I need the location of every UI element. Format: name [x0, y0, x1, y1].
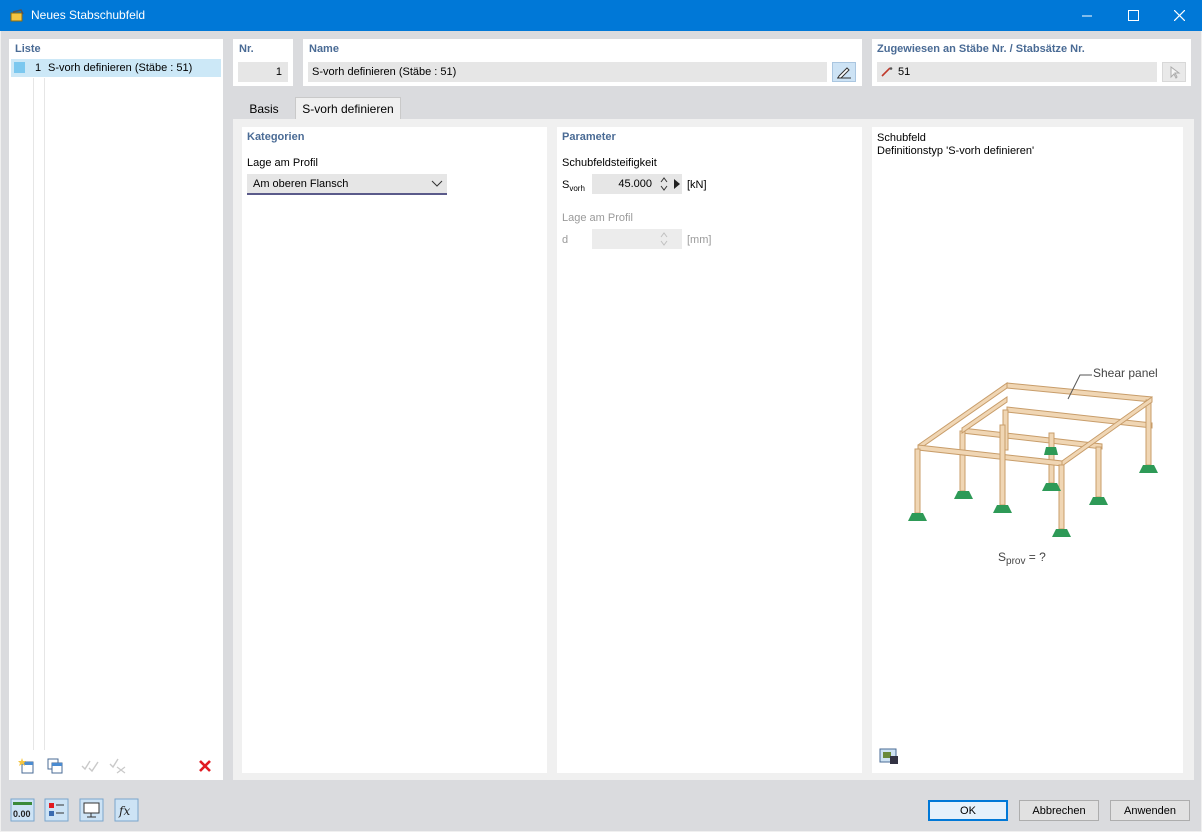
- check-all-icon[interactable]: [78, 755, 102, 777]
- chevron-down-icon: [431, 180, 443, 187]
- list-item[interactable]: 1 S-vorh definieren (Stäbe : 51): [11, 59, 221, 77]
- figure-label: Shear panel: [1093, 366, 1158, 380]
- member-icon: [881, 67, 893, 77]
- list-panel: [9, 39, 223, 780]
- nr-field[interactable]: 1: [238, 62, 288, 82]
- d-unit: [mm]: [687, 234, 712, 246]
- svg-text:fx: fx: [118, 804, 130, 818]
- stiffness-label: Schubfeldsteifigkeit: [562, 157, 657, 169]
- spin-up-down-icon: [660, 232, 668, 246]
- list-item-number: 1: [35, 62, 42, 74]
- name-value: S-vorh definieren (Stäbe : 51): [312, 66, 457, 78]
- list-item-label: S-vorh definieren (Stäbe : 51): [48, 62, 193, 74]
- copy-item-icon[interactable]: [43, 755, 67, 777]
- d-input[interactable]: [592, 229, 682, 249]
- pick-members-button[interactable]: [1162, 62, 1186, 82]
- info-subtitle: Definitionstyp 'S-vorh definieren': [877, 145, 1035, 157]
- minimize-button[interactable]: [1064, 0, 1110, 31]
- formula-label: Sprov = ?: [998, 550, 1046, 567]
- apply-label: Anwenden: [1124, 804, 1176, 817]
- tree-line: [33, 78, 34, 750]
- d-label: d: [562, 234, 569, 246]
- play-right-icon[interactable]: [674, 179, 680, 189]
- new-item-icon[interactable]: [15, 755, 39, 777]
- position-label: Lage am Profil: [247, 157, 318, 169]
- formula-icon[interactable]: fx: [114, 798, 139, 822]
- tab-s-vorh-label: S-vorh definieren: [302, 102, 394, 116]
- tab-basis-label: Basis: [249, 102, 279, 116]
- position-select[interactable]: Am oberen Flansch: [247, 174, 447, 195]
- categories-header: Kategorien: [247, 131, 305, 143]
- assigned-label: Zugewiesen an Stäbe Nr. / Stabsätze Nr.: [877, 43, 1085, 55]
- svorh-value: 45.000: [618, 178, 652, 190]
- title-bar: Neues Stabschubfeld: [0, 0, 1202, 31]
- cancel-label: Abbrechen: [1032, 804, 1086, 817]
- window-title: Neues Stabschubfeld: [31, 8, 146, 22]
- cancel-button[interactable]: Abbrechen: [1019, 800, 1099, 821]
- ok-label: OK: [960, 804, 976, 817]
- name-label: Name: [309, 43, 339, 55]
- units-icon[interactable]: 0.00: [10, 798, 35, 822]
- maximize-button[interactable]: [1110, 0, 1156, 31]
- tab-s-vorh[interactable]: S-vorh definieren: [295, 97, 401, 120]
- spin-up-down-icon[interactable]: [659, 175, 669, 193]
- svorh-symbol: Svorh: [562, 179, 585, 194]
- edit-name-button[interactable]: [832, 62, 856, 82]
- svorh-input[interactable]: 45.000: [592, 174, 682, 194]
- categories-panel: [242, 127, 547, 773]
- svg-text:0.00: 0.00: [13, 809, 31, 819]
- nr-label: Nr.: [239, 43, 254, 55]
- position-select-value: Am oberen Flansch: [253, 178, 349, 190]
- name-field[interactable]: S-vorh definieren (Stäbe : 51): [308, 62, 827, 82]
- image-options-icon[interactable]: [877, 745, 901, 767]
- uncheck-icon[interactable]: [106, 755, 130, 777]
- display-icon[interactable]: [79, 798, 104, 822]
- tree-line: [44, 78, 45, 750]
- svorh-unit: [kN]: [687, 179, 707, 191]
- delete-icon[interactable]: [193, 755, 217, 777]
- edit-icon: [837, 67, 851, 79]
- ok-button[interactable]: OK: [928, 800, 1008, 821]
- nr-value: 1: [275, 66, 282, 78]
- d-position-label: Lage am Profil: [562, 212, 633, 224]
- assigned-value: 51: [898, 66, 911, 78]
- info-title: Schubfeld: [877, 132, 926, 144]
- color-swatch: [14, 62, 25, 73]
- tab-basis[interactable]: Basis: [233, 98, 295, 120]
- close-button[interactable]: [1156, 0, 1202, 31]
- app-icon: [10, 9, 24, 22]
- pointer-icon: [1170, 66, 1181, 79]
- shear-panel-figure: Shear panel Sprov = ?: [908, 366, 1158, 567]
- select-icon[interactable]: [44, 798, 69, 822]
- apply-button[interactable]: Anwenden: [1110, 800, 1190, 821]
- assigned-field[interactable]: 51: [877, 62, 1157, 82]
- list-header: Liste: [15, 43, 41, 55]
- parameters-header: Parameter: [562, 131, 616, 143]
